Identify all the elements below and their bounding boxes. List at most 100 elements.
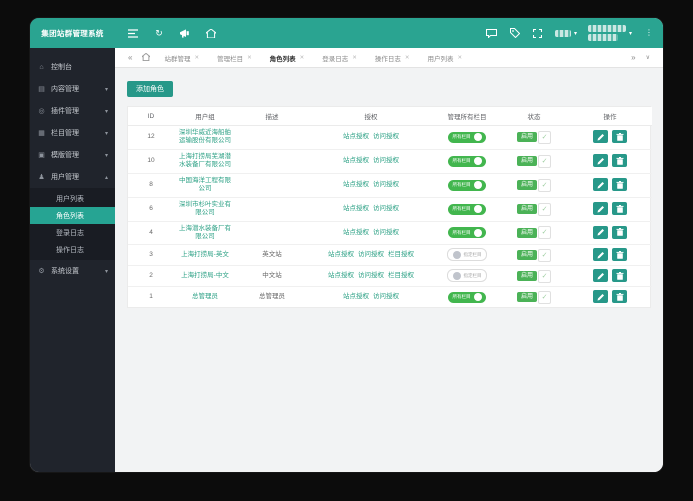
permission-link-访问授权[interactable]: 访问授权 <box>373 205 399 213</box>
permission-link-站点授权[interactable]: 站点授权 <box>343 157 369 165</box>
close-tab-icon[interactable]: ✕ <box>194 55 199 61</box>
sidebar-item-登录日志[interactable]: 登录日志 <box>30 224 115 241</box>
delete-button[interactable] <box>612 202 627 215</box>
status-check-icon[interactable]: ✓ <box>538 270 551 283</box>
close-tab-icon[interactable]: ✕ <box>352 55 357 61</box>
fullscreen-icon[interactable] <box>532 27 544 39</box>
close-tab-icon[interactable]: ✕ <box>300 55 305 61</box>
user-group-link[interactable]: 上海打捞局-中文 <box>181 272 229 279</box>
permission-link-站点授权[interactable]: 站点授权 <box>343 181 369 189</box>
scroll-tabs-left-icon[interactable]: « <box>123 54 137 62</box>
status-enabled-button[interactable]: 启用 <box>517 156 537 166</box>
close-tab-icon[interactable]: ✕ <box>405 55 410 61</box>
sidebar-item-控制台[interactable]: ⌂控制台 <box>30 56 115 78</box>
tab-管理栏目[interactable]: 管理栏目✕ <box>208 48 261 67</box>
user-group-link[interactable]: 上海潜水装备厂有限公司 <box>179 225 231 240</box>
status-enabled-button[interactable]: 启用 <box>517 250 537 260</box>
refresh-icon[interactable]: ↻ <box>153 27 165 39</box>
edit-button[interactable] <box>593 290 608 303</box>
delete-button[interactable] <box>612 248 627 261</box>
tab-登录日志[interactable]: 登录日志✕ <box>313 48 366 67</box>
status-check-icon[interactable]: ✓ <box>538 291 551 304</box>
menu-icon[interactable] <box>127 27 139 39</box>
status-check-icon[interactable]: ✓ <box>538 131 551 144</box>
user-group-link[interactable]: 深圳华威近海船舶运输股份有限公司 <box>179 129 231 144</box>
delete-button[interactable] <box>612 154 627 167</box>
home-tab-icon[interactable] <box>137 53 155 63</box>
add-role-button[interactable]: 添加角色 <box>127 81 173 97</box>
sidebar-item-操作日志[interactable]: 操作日志 <box>30 241 115 258</box>
edit-button[interactable] <box>593 248 608 261</box>
status-enabled-button[interactable]: 启用 <box>517 180 537 190</box>
comment-icon[interactable] <box>486 27 498 39</box>
all-columns-toggle[interactable]: 所有栏目 <box>448 292 486 303</box>
permission-link-栏目授权[interactable]: 栏目授权 <box>388 272 414 280</box>
sidebar-item-内容管理[interactable]: ▤内容管理▾ <box>30 78 115 100</box>
permission-link-访问授权[interactable]: 访问授权 <box>373 133 399 141</box>
edit-button[interactable] <box>593 178 608 191</box>
permission-link-访问授权[interactable]: 访问授权 <box>358 251 384 259</box>
tab-站群管理[interactable]: 站群管理✕ <box>155 48 208 67</box>
sidebar-item-用户管理[interactable]: ♟用户管理▴ <box>30 166 115 188</box>
all-columns-toggle[interactable]: 所有栏目 <box>448 132 486 143</box>
status-check-icon[interactable]: ✓ <box>538 155 551 168</box>
sidebar-item-角色列表[interactable]: 角色列表 <box>30 207 115 224</box>
all-columns-toggle[interactable]: 指定栏目 <box>447 248 487 261</box>
permission-link-站点授权[interactable]: 站点授权 <box>343 229 369 237</box>
status-check-icon[interactable]: ✓ <box>538 179 551 192</box>
delete-button[interactable] <box>612 226 627 239</box>
tab-角色列表[interactable]: 角色列表✕ <box>261 48 314 67</box>
all-columns-toggle[interactable]: 所有栏目 <box>448 156 486 167</box>
all-columns-toggle[interactable]: 所有栏目 <box>448 227 486 238</box>
status-enabled-button[interactable]: 启用 <box>517 292 537 302</box>
delete-button[interactable] <box>612 290 627 303</box>
permission-link-站点授权[interactable]: 站点授权 <box>328 272 354 280</box>
sidebar-item-模版管理[interactable]: ▣模版管理▾ <box>30 144 115 166</box>
permission-link-站点授权[interactable]: 站点授权 <box>343 293 369 301</box>
sidebar-item-插件管理[interactable]: ◎插件管理▾ <box>30 100 115 122</box>
status-check-icon[interactable]: ✓ <box>538 203 551 216</box>
sidebar-item-栏目管理[interactable]: ▦栏目管理▾ <box>30 122 115 144</box>
all-columns-toggle[interactable]: 指定栏目 <box>447 269 487 282</box>
status-enabled-button[interactable]: 启用 <box>517 271 537 281</box>
sidebar-item-系统设置[interactable]: ⚙系统设置▾ <box>30 260 115 282</box>
home-icon[interactable] <box>205 27 217 39</box>
close-tab-icon[interactable]: ✕ <box>247 55 252 61</box>
edit-button[interactable] <box>593 130 608 143</box>
tab-用户列表[interactable]: 用户列表✕ <box>419 48 472 67</box>
delete-button[interactable] <box>612 130 627 143</box>
status-enabled-button[interactable]: 启用 <box>517 204 537 214</box>
user-group-link[interactable]: 上海打捞局-英文 <box>181 251 229 258</box>
edit-button[interactable] <box>593 269 608 282</box>
user-dropdown[interactable]: ▾ <box>588 25 632 41</box>
user-group-link[interactable]: 深圳市杉叶实业有限公司 <box>179 201 231 216</box>
permission-link-访问授权[interactable]: 访问授权 <box>373 293 399 301</box>
status-enabled-button[interactable]: 启用 <box>517 228 537 238</box>
user-group-link[interactable]: 上海打捞局芜湖潜水装备厂有限公司 <box>179 153 231 168</box>
sidebar-item-用户列表[interactable]: 用户列表 <box>30 190 115 207</box>
edit-button[interactable] <box>593 154 608 167</box>
scroll-tabs-right-icon[interactable]: » <box>626 54 640 62</box>
language-dropdown[interactable]: ▾ <box>555 30 577 37</box>
all-columns-toggle[interactable]: 所有栏目 <box>448 180 486 191</box>
permission-link-访问授权[interactable]: 访问授权 <box>373 181 399 189</box>
permission-link-访问授权[interactable]: 访问授权 <box>373 157 399 165</box>
permission-link-站点授权[interactable]: 站点授权 <box>343 205 369 213</box>
delete-button[interactable] <box>612 269 627 282</box>
all-columns-toggle[interactable]: 所有栏目 <box>448 204 486 215</box>
close-tab-icon[interactable]: ✕ <box>458 55 463 61</box>
permission-link-访问授权[interactable]: 访问授权 <box>358 272 384 280</box>
permission-link-访问授权[interactable]: 访问授权 <box>373 229 399 237</box>
edit-button[interactable] <box>593 202 608 215</box>
tag-icon[interactable] <box>509 27 521 39</box>
permission-link-站点授权[interactable]: 站点授权 <box>343 133 369 141</box>
edit-button[interactable] <box>593 226 608 239</box>
user-group-link[interactable]: 总管理员 <box>192 293 218 300</box>
tab-options-icon[interactable]: ∨ <box>641 55 655 61</box>
status-check-icon[interactable]: ✓ <box>538 226 551 239</box>
permission-link-栏目授权[interactable]: 栏目授权 <box>388 251 414 259</box>
status-check-icon[interactable]: ✓ <box>538 249 551 262</box>
status-enabled-button[interactable]: 启用 <box>517 132 537 142</box>
user-group-link[interactable]: 中国海洋工程有限公司 <box>179 177 231 192</box>
kebab-menu-icon[interactable]: ⋮ <box>643 27 655 39</box>
